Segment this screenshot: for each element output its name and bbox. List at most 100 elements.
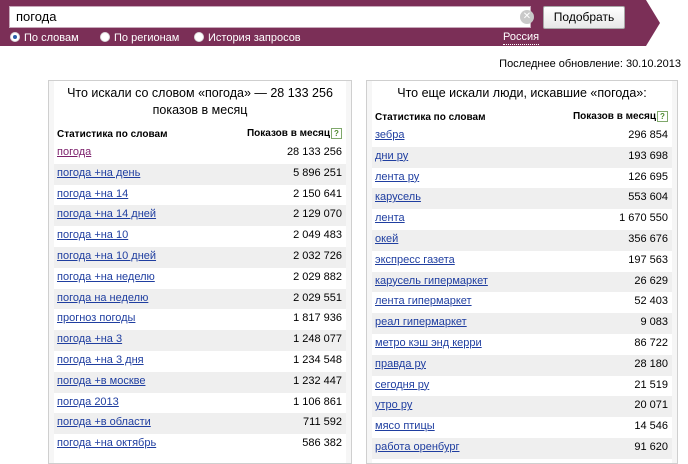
phrase-link[interactable]: лента ру <box>375 171 419 183</box>
help-icon[interactable]: ? <box>657 111 668 122</box>
impressions-count: 193 698 <box>628 149 668 162</box>
table-row: погода +на 14 дней 2 129 070 <box>54 205 346 227</box>
table-row: погода +в области 711 592 <box>54 413 346 435</box>
column-header-count: Показов в месяц? <box>573 111 668 122</box>
impressions-count: 2 029 551 <box>293 291 342 304</box>
right-results-list: зебра 296 854 дни ру 193 698 лента ру 126 695… <box>372 126 672 459</box>
phrase-link[interactable]: погода +на 10 <box>57 229 128 241</box>
impressions-count: 20 071 <box>634 399 668 412</box>
impressions-count: 1 234 548 <box>293 353 342 366</box>
impressions-count: 28 180 <box>634 357 668 370</box>
phrase-link[interactable]: правда ру <box>375 358 426 370</box>
table-row: экспресс газета 197 563 <box>372 251 672 272</box>
phrase-link[interactable]: мясо птицы <box>375 420 435 432</box>
mode-history[interactable]: История запросов <box>194 31 301 45</box>
table-row: погода +на 3 1 248 077 <box>54 330 346 351</box>
phrase-link[interactable]: утро ру <box>375 399 412 411</box>
column-header-count-label: Показов в месяц <box>572 111 656 122</box>
phrase-link[interactable]: прогноз погоды <box>57 312 135 324</box>
impressions-count: 356 676 <box>628 232 668 245</box>
phrase-link[interactable]: лента гипермаркет <box>375 295 472 307</box>
impressions-count: 28 133 256 <box>286 146 342 158</box>
phrase-link[interactable]: погода +на 3 <box>57 333 122 345</box>
impressions-count: 711 592 <box>303 416 342 429</box>
table-row: погода +на 14 2 150 641 <box>54 185 346 206</box>
table-row: погода +на 3 дня 1 234 548 <box>54 351 346 372</box>
table-row: утро ру 20 071 <box>372 396 672 418</box>
impressions-count: 553 604 <box>628 191 668 204</box>
table-row: работа оренбург 91 620 <box>372 437 672 459</box>
impressions-count: 86 722 <box>634 336 668 349</box>
table-row: погода +на день 5 896 251 <box>54 163 346 185</box>
title-line: Что искали со словом «погода» — 28 133 2… <box>67 86 333 100</box>
column-header-count: Показов в месяц? <box>247 128 342 139</box>
table-row: погода +на 10 дней 2 032 726 <box>54 246 346 268</box>
table-row: погода +в москве 1 232 447 <box>54 371 346 393</box>
impressions-count: 1 106 861 <box>293 395 342 408</box>
impressions-count: 26 629 <box>634 274 668 287</box>
table-row: погода +на октябрь 586 382 <box>54 434 346 455</box>
phrase-link[interactable]: лента <box>375 212 405 224</box>
phrase-link[interactable]: дни ру <box>375 150 408 162</box>
phrase-link[interactable]: погода <box>57 146 91 158</box>
mode-label: По словам <box>24 32 79 44</box>
phrase-link[interactable]: окей <box>375 233 398 245</box>
phrase-link[interactable]: погода +в области <box>57 416 151 428</box>
table-row: лента ру 126 695 <box>372 168 672 189</box>
phrase-link[interactable]: погода +на 3 дня <box>57 354 144 366</box>
phrase-link[interactable]: погода 2013 <box>57 396 119 408</box>
region-link[interactable]: Россия <box>503 31 540 45</box>
phrase-link[interactable]: погода +на октябрь <box>57 437 156 449</box>
table-row: дни ру 193 698 <box>372 146 672 168</box>
left-results-list: погода 28 133 256 погода +на день 5 896 251… <box>54 143 346 455</box>
impressions-count: 1 670 550 <box>619 212 668 225</box>
mode-by-regions[interactable]: По регионам <box>100 31 179 45</box>
impressions-count: 2 032 726 <box>293 249 342 262</box>
table-row: лента гипермаркет 52 403 <box>372 292 672 313</box>
table-row: реал гипермаркет 9 083 <box>372 313 672 334</box>
impressions-count: 197 563 <box>628 253 668 266</box>
phrase-link[interactable]: работа оренбург <box>375 441 460 453</box>
radio-icon <box>100 32 110 42</box>
impressions-count: 296 854 <box>628 129 668 141</box>
impressions-count: 9 083 <box>640 316 668 329</box>
table-row: лента 1 670 550 <box>372 209 672 230</box>
title-line: показов в месяц <box>152 103 248 117</box>
phrase-link[interactable]: карусель гипермаркет <box>375 275 488 287</box>
mode-by-words[interactable]: По словам <box>10 31 79 45</box>
phrase-link[interactable]: реал гипермаркет <box>375 316 467 328</box>
impressions-count: 126 695 <box>628 170 668 183</box>
impressions-count: 2 029 882 <box>293 270 342 283</box>
phrase-link[interactable]: метро кэш энд керри <box>375 337 482 349</box>
search-bar-arrow <box>646 0 660 46</box>
phrase-link[interactable]: погода на неделю <box>57 292 148 304</box>
phrase-link[interactable]: погода +на 10 дней <box>57 250 156 262</box>
radio-selected-icon <box>10 32 20 42</box>
column-header-phrase: Статистика по словам <box>375 112 486 123</box>
phrase-link[interactable]: погода +на неделю <box>57 271 155 283</box>
phrase-link[interactable]: погода +в москве <box>57 375 145 387</box>
table-row: погода 2013 1 106 861 <box>54 393 346 414</box>
submit-button[interactable]: Подобрать <box>543 6 625 29</box>
right-panel-title: Что еще искали люди, искавшие «погода»: <box>397 86 647 100</box>
search-bar: погода ✕ Подобрать По словам По регионам… <box>0 0 646 46</box>
phrase-link[interactable]: погода +на день <box>57 167 140 179</box>
clear-icon[interactable]: ✕ <box>520 10 534 24</box>
impressions-count: 1 232 447 <box>293 374 342 387</box>
impressions-count: 91 620 <box>634 440 668 453</box>
impressions-count: 1 817 936 <box>293 312 342 325</box>
impressions-count: 2 129 070 <box>293 208 342 221</box>
impressions-count: 2 049 483 <box>293 229 342 242</box>
phrase-link[interactable]: погода +на 14 дней <box>57 208 156 220</box>
impressions-count: 2 150 641 <box>293 187 342 200</box>
phrase-link[interactable]: зебра <box>375 129 404 141</box>
phrase-link[interactable]: погода +на 14 <box>57 188 128 200</box>
phrase-link[interactable]: карусель <box>375 191 421 203</box>
phrase-link[interactable]: сегодня ру <box>375 379 429 391</box>
impressions-count: 21 519 <box>634 378 668 391</box>
help-icon[interactable]: ? <box>331 128 342 139</box>
search-input[interactable]: погода <box>9 6 531 28</box>
phrase-link[interactable]: экспресс газета <box>375 254 455 266</box>
impressions-count: 5 896 251 <box>293 166 342 179</box>
impressions-count: 586 382 <box>302 437 342 450</box>
